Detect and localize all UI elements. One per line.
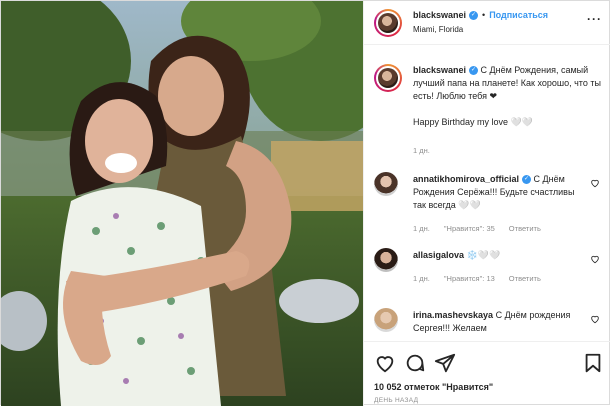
share-icon[interactable]: [434, 352, 456, 374]
caption-username[interactable]: blackswanei: [413, 65, 466, 75]
header-user-line: blackswanei ✓ • Подписаться: [413, 10, 548, 21]
comment-likes[interactable]: "Нравится": 13: [444, 274, 495, 283]
comment-item: allasigalova ❄️🤍🤍 1 дн. "Нравится": 13 Отв…: [374, 248, 604, 292]
follow-button[interactable]: Подписаться: [489, 10, 548, 20]
caption-text-block: blackswanei ✓ С Днём Рождения, самый лучш…: [413, 64, 608, 129]
comment-body: irina.mashevskaya С Днём рождения Сергея…: [413, 309, 588, 335]
comment-time[interactable]: 1 дн.: [413, 274, 430, 283]
commenter-username[interactable]: irina.mashevskaya: [413, 310, 493, 320]
author-username[interactable]: blackswanei: [413, 10, 466, 20]
comment-item: irina.mashevskaya С Днём рождения Сергея…: [374, 308, 604, 341]
heart-icon[interactable]: [374, 352, 396, 374]
comment-meta: 1 дн. "Нравится": 35 Ответить: [413, 224, 555, 233]
comment-body: allasigalova ❄️🤍🤍: [413, 249, 588, 262]
posted-time[interactable]: ДЕНЬ НАЗАД: [374, 397, 418, 404]
caption-time[interactable]: 1 дн.: [413, 146, 430, 155]
reply-button[interactable]: Ответить: [509, 274, 541, 283]
comment-icon[interactable]: [404, 352, 426, 374]
post-photo-image: [1, 1, 363, 406]
commenter-username[interactable]: allasigalova: [413, 250, 464, 260]
author-avatar[interactable]: [374, 9, 402, 37]
post-side-panel: blackswanei ✓ • Подписаться Miami, Florida …: [363, 1, 610, 406]
verified-icon: ✓: [469, 66, 479, 76]
post-photo[interactable]: [1, 1, 363, 406]
likes-count[interactable]: 10 052 отметок "Нравится": [374, 382, 493, 392]
post-actions: 10 052 отметок "Нравится" ДЕНЬ НАЗАД: [364, 341, 610, 406]
bookmark-icon[interactable]: [582, 352, 604, 374]
comment-like-heart-icon[interactable]: [590, 178, 600, 188]
comment-item: annatikhomirova_official ✓ С Днём Рождени…: [374, 172, 604, 242]
commenter-avatar[interactable]: [374, 172, 398, 196]
comment-likes[interactable]: "Нравится": 35: [444, 224, 495, 233]
more-options-icon[interactable]: ···: [587, 12, 602, 26]
comment-text: ❄️🤍🤍: [466, 250, 501, 260]
post-header: blackswanei ✓ • Подписаться Miami, Florida …: [364, 1, 610, 45]
comment-time[interactable]: 1 дн.: [413, 224, 430, 233]
comments-list[interactable]: blackswanei ✓ С Днём Рождения, самый лучш…: [364, 46, 610, 341]
comment-like-heart-icon[interactable]: [590, 314, 600, 324]
post-location[interactable]: Miami, Florida: [413, 25, 463, 34]
verified-icon: ✓: [469, 11, 479, 21]
comment-like-heart-icon[interactable]: [590, 254, 600, 264]
verified-icon: ✓: [522, 175, 532, 185]
comment-meta: 1 дн. "Нравится": 13 Ответить: [413, 274, 555, 283]
instagram-post-modal: blackswanei ✓ • Подписаться Miami, Florida …: [0, 0, 610, 406]
comment-body: annatikhomirova_official ✓ С Днём Рождени…: [413, 173, 588, 212]
caption-author-avatar[interactable]: [374, 64, 402, 92]
caption-text-english: Happy Birthday my love 🤍🤍: [413, 117, 533, 127]
reply-button[interactable]: Ответить: [509, 224, 541, 233]
commenter-avatar[interactable]: [374, 308, 398, 332]
separator-dot: •: [482, 10, 486, 20]
commenter-username[interactable]: annatikhomirova_official: [413, 174, 519, 184]
commenter-avatar[interactable]: [374, 248, 398, 272]
